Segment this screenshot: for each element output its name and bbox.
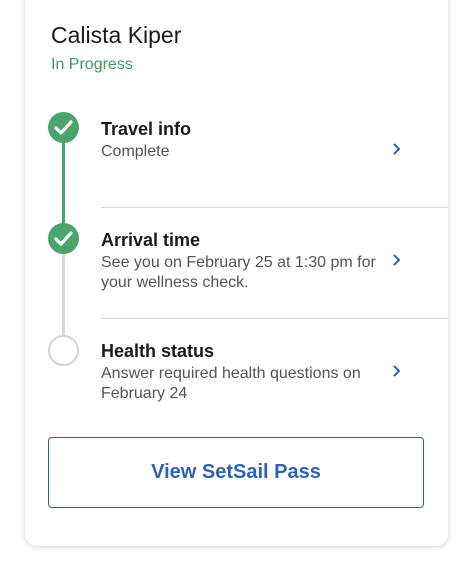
- step-description: See you on February 25 at 1:30 pm for yo…: [101, 254, 376, 291]
- check-icon: [54, 231, 73, 246]
- timeline-connector-pending: [62, 252, 65, 348]
- step-complete-icon: [48, 112, 79, 143]
- view-setsail-pass-button[interactable]: View SetSail Pass: [48, 437, 424, 508]
- step-title: Arrival time: [101, 230, 201, 250]
- chevron-right-icon: [393, 365, 400, 377]
- divider: [101, 318, 448, 319]
- step-complete-icon: [48, 223, 79, 254]
- step-title: Travel info: [101, 119, 192, 139]
- step-title: Health status: [101, 341, 215, 361]
- chevron-right-icon: [393, 254, 400, 266]
- step-description: Answer required health questions on Febr…: [101, 365, 361, 402]
- step-description: Complete: [101, 143, 170, 160]
- timeline-connector-complete: [62, 140, 65, 234]
- step-arrival-time[interactable]: Arrival time See you on February 25 at 1…: [101, 229, 421, 299]
- step-health-status[interactable]: Health status Answer required health que…: [101, 340, 421, 410]
- status-label: In Progress: [51, 56, 133, 73]
- step-travel-info[interactable]: Travel info Complete: [101, 118, 421, 188]
- check-icon: [54, 120, 73, 135]
- chevron-right-icon: [393, 143, 400, 155]
- empty-circle-icon: [48, 335, 79, 366]
- divider: [101, 207, 448, 208]
- passenger-name: Calista Kiper: [51, 22, 182, 48]
